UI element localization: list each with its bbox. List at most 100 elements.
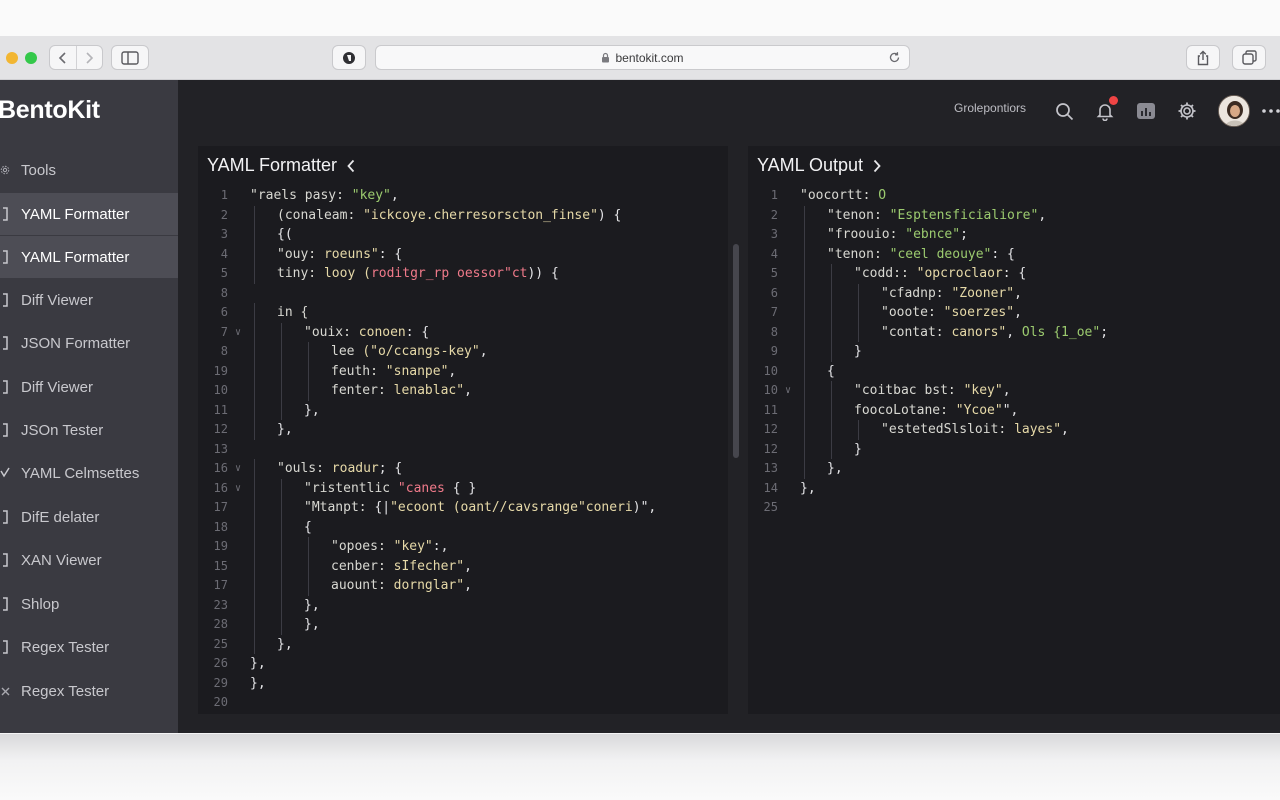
code-line: 8 "contat: canors", Ols {1_oe"; [748,322,1280,342]
sidebar-item[interactable]: Regex Tester [0,670,178,712]
code-line: 6 "cfadnp: "Zooner", [748,283,1280,303]
line-number: 12 [763,441,778,456]
bracket-icon [0,380,10,394]
fold-chevron-icon[interactable]: ∨ [235,459,241,479]
sidebar-item[interactable]: XAN Viewer [0,539,178,581]
more-dots-icon [1262,109,1280,113]
indent-guide [254,205,255,225]
fold-chevron-icon[interactable]: ∨ [785,381,791,401]
line-number: 8 [770,324,778,339]
line-number: 23 [213,597,228,612]
tab-overview-button[interactable] [1232,45,1266,70]
chevron-right-icon[interactable] [872,159,882,173]
indent-guide [254,244,255,264]
code-text: "oocortt: O [800,188,887,203]
search-button[interactable] [1053,100,1075,122]
panel-title: YAML Output [757,155,882,176]
sidebar-item[interactable]: JSON Formatter [0,322,178,364]
dashboard-button[interactable] [1135,100,1157,122]
fold-chevron-icon[interactable]: ∨ [235,323,241,343]
address-bar[interactable]: bentokit.com [375,45,910,70]
sidebar-item[interactable]: JSOn Tester [0,409,178,451]
code-text: "ristentlic "canes { } [304,480,477,496]
indent-guide [308,381,309,401]
settings-button[interactable] [1176,100,1198,122]
code-text: }, [304,597,320,613]
yaml-input-editor[interactable]: 1 "raels pasy: "key", 2 (conaleam: "ickcoye… [198,186,728,713]
code-line: 29}, [198,674,728,694]
code-line: 3 "froouio: "ebnce"; [748,225,1280,245]
indent-guide [804,342,805,362]
bracket-icon [0,597,10,611]
sidebar-toggle-button[interactable] [111,45,149,70]
line-number: 15 [213,558,228,573]
privacy-report-button[interactable] [332,45,366,70]
sidebar-item[interactable]: Shlop [0,583,178,625]
bracket-icon [0,423,10,437]
chevron-left-icon[interactable] [346,159,356,173]
notifications-button[interactable] [1094,96,1118,122]
code-text: } [854,441,862,457]
code-text: "ooote: "soerzes", [881,305,1022,320]
sidebar-item[interactable]: Diff Viewer [0,366,178,408]
indent-guide [254,498,255,518]
indent-guide [308,576,309,596]
code-line: 19 feuth: "snanpe", [198,361,728,381]
screen-bottom-background [0,734,1280,800]
navigation-buttons [49,45,103,70]
yaml-output-view: 1 "oocortt: O 2 "tenon: "Esptensficialiore"… [748,186,1280,518]
editor-scrollbar[interactable] [733,244,739,458]
code-text: "raels pasy: "key", [250,188,399,203]
sidebar-item-label: DifE delater [21,508,100,526]
indent-guide [831,400,832,420]
brand-logo[interactable]: BentoKit [0,96,100,125]
line-number: 12 [213,422,228,436]
indent-guide [804,381,805,401]
gear-icon [0,164,10,176]
reload-icon[interactable] [888,51,901,64]
indent-guide [804,225,805,245]
share-button[interactable] [1186,45,1220,70]
sidebar-item[interactable]: Diff Viewer [0,279,178,321]
sidebar-item[interactable]: YAML Formatter [0,193,178,235]
code-text: "ouix: conoen: { [304,324,430,340]
code-text: "cfadnp: "Zooner", [881,285,1022,301]
indent-guide [831,303,832,323]
back-button[interactable] [50,46,76,69]
line-number: 4 [220,246,228,261]
indent-guide [858,283,859,303]
sidebar-item[interactable]: YAML Celmsettes [0,452,178,494]
line-number: 29 [213,675,228,690]
code-text: "coitbac bst: "key", [854,383,1011,398]
code-line: 10 { [748,361,1280,381]
browser-toolbar: bentokit.com [0,36,1280,80]
yaml-output-panel: YAML Output 1 "oocortt: O 2 "tenon: "Espten… [748,146,1280,714]
fold-chevron-icon[interactable]: ∨ [235,479,241,499]
code-line: 11 foocoLotane: "Ycoe"", [748,400,1280,420]
indent-guide [831,283,832,303]
sidebar-item-label: Diff Viewer [21,378,93,396]
line-number: 11 [213,402,228,417]
code-text: "tenon: "ceel deouye": { [827,246,1015,262]
sidebar-item[interactable]: Tools [0,149,178,191]
code-text: }, [250,675,266,691]
user-photo-icon [1219,96,1249,126]
bracket-icon [0,640,10,654]
line-number: 19 [213,363,228,378]
sidebar-item[interactable]: DifE delater [0,496,178,538]
code-text: foocoLotane: "Ycoe"", [854,402,1019,418]
minimize-window-button[interactable] [6,52,18,64]
sidebar-item-label: YAML Formatter [21,205,130,223]
user-avatar[interactable] [1218,95,1250,127]
forward-button[interactable] [75,46,103,69]
code-line: 12} [748,439,1280,459]
zoom-window-button[interactable] [25,52,37,64]
sidebar-item[interactable]: YAML Formatter [0,236,178,278]
profile-link[interactable]: Grolepontiors [954,101,1026,115]
indent-guide [308,342,309,362]
line-number: 2 [220,207,228,222]
code-line: 18 { [198,517,728,537]
more-options-button[interactable] [1260,100,1280,122]
sidebar-item[interactable]: Regex Tester [0,626,178,668]
line-number: 20 [213,695,228,709]
